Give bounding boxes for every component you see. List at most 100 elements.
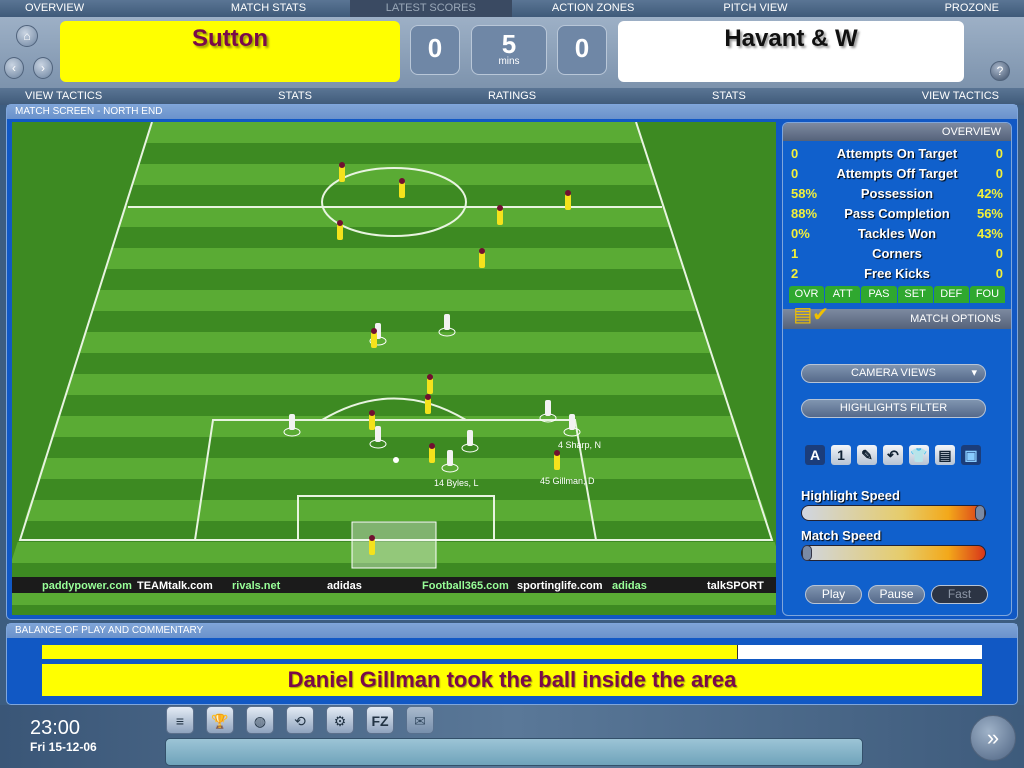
- match-clock: 5 mins: [471, 25, 547, 75]
- home-player: [399, 182, 405, 198]
- match-options-label: MATCH OPTIONS: [910, 313, 1001, 325]
- player-head: [339, 162, 345, 168]
- away-score: 0: [557, 25, 607, 75]
- help-icon[interactable]: ?: [990, 61, 1010, 81]
- trophy-icon[interactable]: 🏆: [206, 706, 234, 734]
- ball-trail-icon[interactable]: ✎: [857, 445, 877, 465]
- tab-pas[interactable]: PAS: [861, 286, 897, 303]
- tab-set[interactable]: SET: [897, 286, 933, 303]
- pitch-stripe: [145, 122, 643, 143]
- sub-nav-stats[interactable]: STATS: [712, 88, 746, 105]
- sub-nav-view-tactics[interactable]: VIEW TACTICS: [25, 88, 102, 105]
- top-nav-pitch-view[interactable]: PITCH VIEW: [674, 0, 836, 17]
- player-number-icon[interactable]: 1: [831, 445, 851, 465]
- pitch-view[interactable]: paddypower.com TEAMtalk.com rivals.net adid…: [12, 122, 776, 615]
- continue-button[interactable]: »: [970, 715, 1016, 761]
- top-nav-prozone[interactable]: PROZONE: [837, 0, 1024, 17]
- home-icon[interactable]: ⌂: [16, 25, 38, 47]
- away-player: [467, 430, 473, 446]
- view-toolbar: A 1 ✎ ↶ 👕 ▤ ▣: [805, 445, 981, 465]
- list-icon[interactable]: ▤: [935, 445, 955, 465]
- highlight-speed-slider[interactable]: [801, 505, 986, 521]
- sub-nav-view-tactics[interactable]: VIEW TACTICS: [922, 88, 999, 105]
- slider-handle[interactable]: [975, 505, 985, 521]
- away-player: [447, 450, 453, 466]
- fast-button[interactable]: Fast: [931, 585, 988, 604]
- home-player: [371, 332, 377, 348]
- tab-def[interactable]: DEF: [933, 286, 969, 303]
- commentary-title: BALANCE OF PLAY AND COMMENTARY: [7, 624, 1017, 638]
- stat-label: Corners: [872, 246, 922, 261]
- stat-row: 1 Corners 0: [783, 244, 1011, 264]
- pitch-stripe: [104, 248, 685, 269]
- top-nav: OVERVIEW MATCH STATS LATEST SCORES ACTION Z…: [0, 0, 1024, 17]
- camera-views-label: CAMERA VIEWS: [851, 367, 936, 379]
- away-team-name[interactable]: Havant & W: [618, 21, 964, 82]
- pitch-stripe: [91, 290, 699, 311]
- top-nav-match-stats[interactable]: MATCH STATS: [187, 0, 349, 17]
- top-nav-action-zones[interactable]: ACTION ZONES: [512, 0, 674, 17]
- pitch-stripe: [64, 374, 727, 395]
- stat-row: 88% Pass Completion 56%: [783, 204, 1011, 224]
- stat-label: Free Kicks: [864, 266, 930, 281]
- sub-nav-stats[interactable]: STATS: [278, 88, 312, 105]
- back-button[interactable]: ‹: [4, 57, 24, 79]
- overview-tabs: OVR ATT PAS SET DEF FOU: [783, 286, 1011, 303]
- home-player: [497, 209, 503, 225]
- ad-board-text: sportinglife.com: [517, 580, 603, 592]
- stat-label: Pass Completion: [844, 206, 950, 221]
- shirt-icon[interactable]: 👕: [909, 445, 929, 465]
- stat-label: Attempts On Target: [836, 146, 958, 161]
- auto-icon[interactable]: A: [805, 445, 825, 465]
- footer-toolbar: ≡ 🏆 ◍ ⟲ ⚙ FZ ✉: [166, 706, 434, 734]
- highlights-filter-button[interactable]: HIGHLIGHTS FILTER: [801, 399, 986, 418]
- stat-row: 0 Attempts On Target 0: [783, 144, 1011, 164]
- away-stat-value: 43%: [976, 226, 1003, 241]
- home-player: [429, 447, 435, 463]
- player-head: [427, 374, 433, 380]
- pause-button[interactable]: Pause: [868, 585, 925, 604]
- refresh-icon[interactable]: ⟲: [286, 706, 314, 734]
- commentary-text: Daniel Gillman took the ball inside the …: [42, 664, 982, 696]
- tab-att[interactable]: ATT: [825, 286, 861, 303]
- home-team-name[interactable]: Sutton: [60, 21, 400, 82]
- mail-icon[interactable]: ✉: [406, 706, 434, 734]
- menu-icon[interactable]: ≡: [166, 706, 194, 734]
- match-screen-title: MATCH SCREEN - NORTH END: [7, 105, 1017, 119]
- replay-icon[interactable]: ↶: [883, 445, 903, 465]
- player-label: 4 Sharp, N: [558, 440, 601, 450]
- away-stat-value: 0: [995, 246, 1003, 261]
- sub-nav-ratings[interactable]: RATINGS: [488, 88, 536, 105]
- top-nav-latest-scores[interactable]: LATEST SCORES: [349, 0, 512, 17]
- screenshot-icon[interactable]: ▣: [961, 445, 981, 465]
- camera-views-dropdown[interactable]: CAMERA VIEWS ▾: [801, 364, 986, 383]
- gear-icon[interactable]: ⚙: [326, 706, 354, 734]
- news-ticker-bar[interactable]: [165, 738, 863, 766]
- player-head: [429, 443, 435, 449]
- slider-handle[interactable]: [802, 545, 812, 561]
- away-player: [545, 400, 551, 416]
- pitch-stripe: [118, 206, 671, 227]
- top-nav-overview[interactable]: OVERVIEW: [0, 0, 187, 17]
- away-player: [289, 414, 295, 430]
- globe-icon[interactable]: ◍: [246, 706, 274, 734]
- play-button[interactable]: Play: [805, 585, 862, 604]
- tab-ovr[interactable]: OVR: [789, 286, 825, 303]
- player-label: 45 Gillman, D: [540, 476, 595, 486]
- player-head: [497, 205, 503, 211]
- match-speed-label: Match Speed: [801, 528, 882, 543]
- forward-button[interactable]: ›: [33, 57, 53, 79]
- match-speed-slider[interactable]: [801, 545, 986, 561]
- prozone-icon[interactable]: FZ: [366, 706, 394, 734]
- player-head: [479, 248, 485, 254]
- tactics-board-icon: ▤✔: [793, 304, 829, 326]
- ad-board-text: TEAMtalk.com: [137, 580, 213, 592]
- scoreboard: ⌂ ‹ › Sutton 0 5 mins 0 Havant & W ?: [0, 17, 1024, 88]
- tab-fou[interactable]: FOU: [969, 286, 1006, 303]
- home-stat-value: 0: [791, 146, 799, 161]
- away-stat-value: 56%: [976, 206, 1003, 221]
- balance-of-play-bar: [42, 645, 982, 659]
- commentary-panel: BALANCE OF PLAY AND COMMENTARY Daniel Gi…: [6, 623, 1018, 705]
- home-player: [339, 166, 345, 182]
- player-label: 14 Byles, L: [434, 478, 479, 488]
